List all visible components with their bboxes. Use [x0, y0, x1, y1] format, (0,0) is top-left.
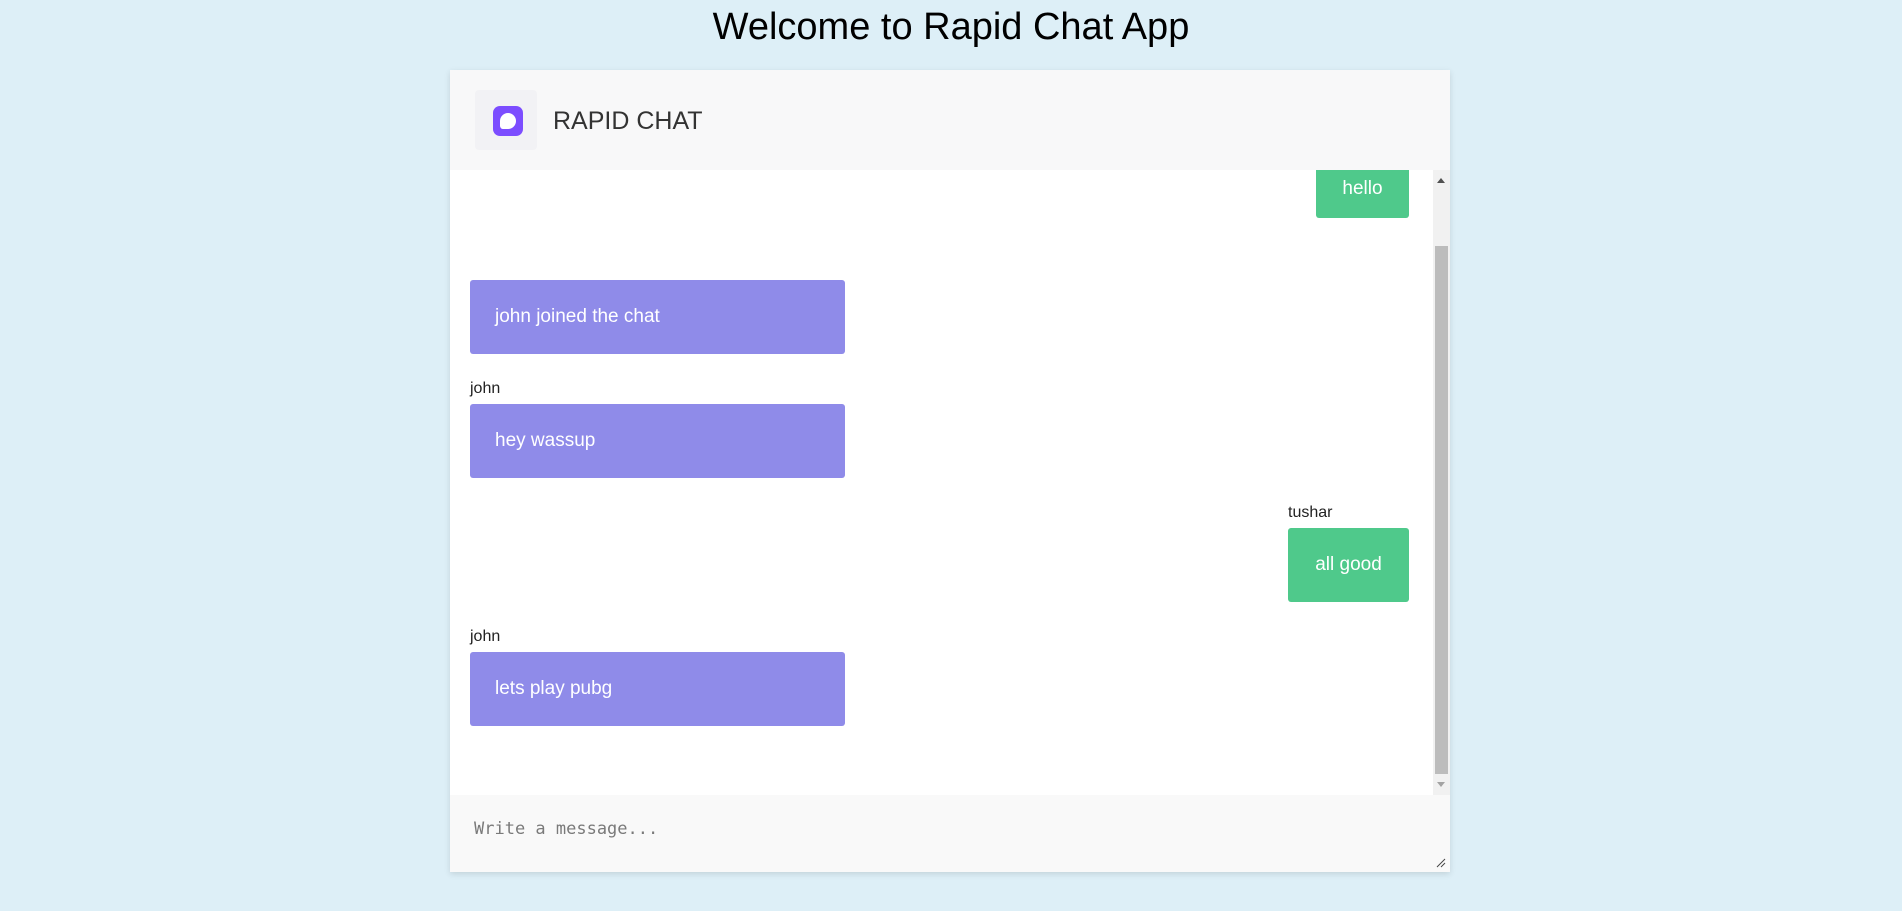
logo	[475, 90, 537, 150]
scroll-thumb[interactable]	[1435, 246, 1448, 774]
message-text: hey wassup	[495, 430, 596, 451]
message-bubble-incoming: john joined the chat	[470, 280, 845, 354]
resize-handle-icon[interactable]	[1436, 858, 1446, 868]
message-input[interactable]	[450, 795, 1450, 872]
message-list-scrollbar[interactable]	[1433, 170, 1450, 795]
message-sender: john	[470, 628, 501, 645]
scroll-up-arrow-icon[interactable]	[1437, 178, 1445, 183]
message-text: lets play pubg	[495, 678, 613, 699]
message-bubble-outgoing: all good	[1288, 528, 1409, 602]
message-text: john joined the chat	[495, 306, 660, 327]
message-sender: tushar	[1288, 504, 1333, 521]
scroll-down-arrow-icon[interactable]	[1437, 782, 1445, 787]
chat-window: RAPID CHAT hello john joined the chat jo…	[450, 70, 1450, 872]
message-text: hello	[1342, 178, 1383, 199]
message-bubble-outgoing: hello	[1316, 170, 1409, 218]
chat-header: RAPID CHAT	[450, 70, 1450, 170]
message-bubble-incoming: lets play pubg	[470, 652, 845, 726]
page-title: Welcome to Rapid Chat App	[712, 6, 1190, 48]
message-bubble-incoming: hey wassup	[470, 404, 845, 478]
chat-bubble-icon	[493, 106, 523, 136]
message-composer	[450, 795, 1450, 872]
message-sender: john	[470, 380, 501, 397]
message-text: all good	[1315, 554, 1382, 575]
message-list[interactable]: hello john joined the chat john hey wass…	[450, 170, 1433, 795]
app-name: RAPID CHAT	[553, 107, 703, 135]
